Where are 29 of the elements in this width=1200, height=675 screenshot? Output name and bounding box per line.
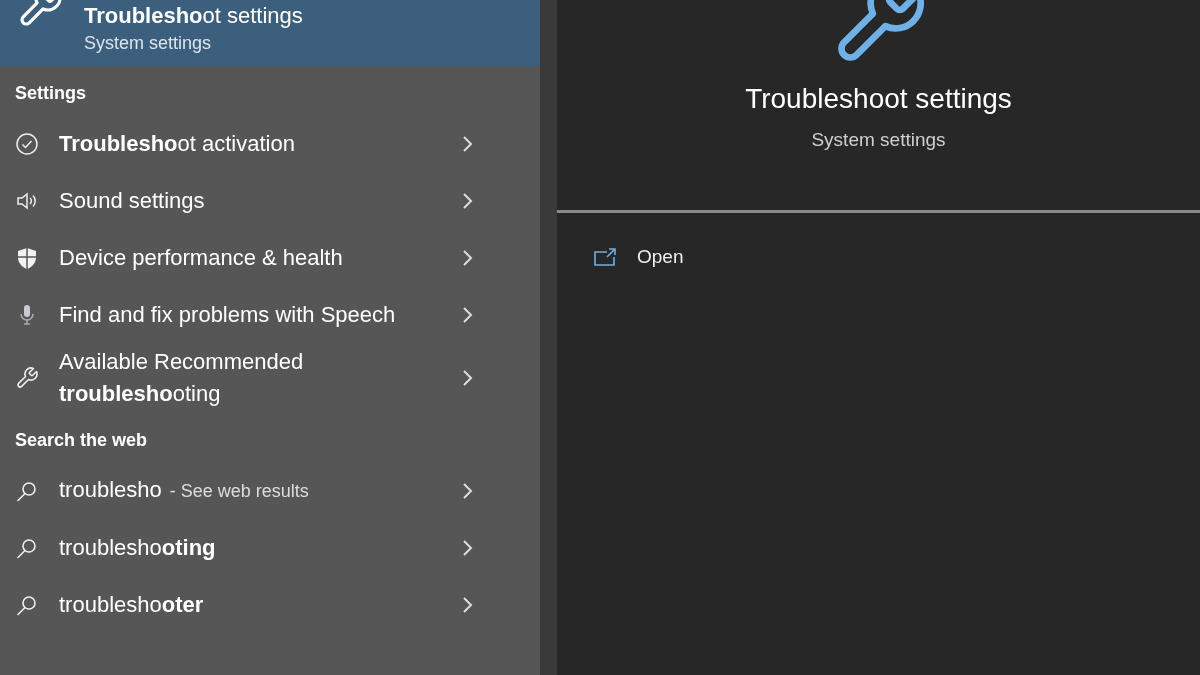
result-label: Sound settings [59, 187, 205, 213]
check-circle-icon [15, 131, 39, 156]
result-item[interactable]: Available Recommended troubleshooting [0, 343, 540, 413]
result-item[interactable]: Find and fix problems with Speech [0, 286, 540, 343]
result-label: troublesho [59, 477, 162, 502]
detail-title: Troubleshoot settings [745, 82, 1012, 116]
result-subtitle: System settings [84, 32, 213, 55]
detail-subtitle: System settings [811, 128, 946, 152]
result-label: Find and fix problems with Speech [59, 301, 396, 327]
result-item[interactable]: troubleshooter [0, 576, 540, 633]
result-label: troubleshooter [59, 591, 204, 617]
result-title: Troubleshoot settings [84, 3, 303, 29]
shield-icon [15, 245, 39, 270]
section-heading: Settings [14, 82, 87, 105]
result-label: Available Recommended troubleshooting [59, 349, 304, 406]
result-item[interactable]: troubleshooting [0, 519, 540, 576]
section-heading: Search the web [14, 429, 149, 452]
result-hint: - See web results [169, 481, 309, 501]
top-result-item[interactable]: Troubleshoot settings System settings [0, 0, 540, 66]
wrench-icon [15, 366, 39, 390]
result-item[interactable]: Sound settings [0, 172, 540, 229]
result-item[interactable]: Device performance & health [0, 229, 540, 286]
result-item[interactable]: Troubleshoot activation [0, 115, 540, 172]
open-action[interactable]: Open [593, 243, 684, 272]
result-label: Device performance & health [59, 244, 343, 270]
open-external-icon [593, 247, 617, 268]
result-item[interactable]: troublesho - See web results [0, 462, 540, 519]
result-label: troubleshooting [59, 534, 216, 560]
result-label: Troubleshoot activation [59, 130, 295, 156]
